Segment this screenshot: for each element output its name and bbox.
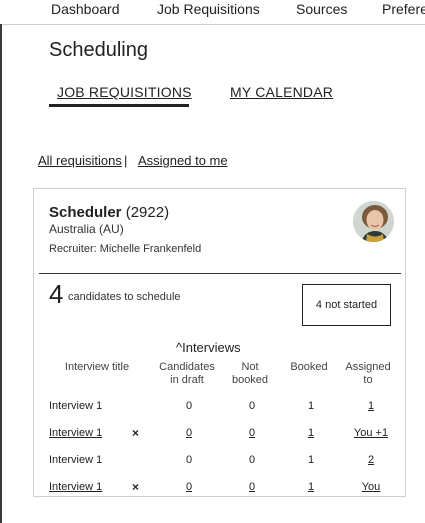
nav-job-requisitions[interactable]: Job Requisitions [157, 1, 260, 17]
header-assigned-to: Assigned to [340, 361, 396, 387]
requisition-country: Australia (AU) [49, 222, 124, 236]
row-4-booked-link[interactable]: 1 [301, 481, 321, 493]
header-candidates-in-draft: Candidates in draft [156, 361, 218, 387]
requisition-recruiter: Recruiter: Michelle Frankenfeld [49, 243, 202, 255]
row-4-assigned-link[interactable]: You [350, 481, 392, 493]
row-1-title: Interview 1 [49, 400, 103, 412]
header-not-booked-line1: Not [241, 361, 259, 373]
row-1-draft: 0 [185, 400, 193, 412]
row-1-not-booked: 0 [248, 400, 256, 412]
row-4-title-link[interactable]: Interview 1 [49, 481, 102, 493]
header-assigned-line1: Assigned [345, 361, 391, 373]
row-3-assigned-link[interactable]: 2 [361, 454, 381, 466]
row-4-draft-link[interactable]: 0 [179, 481, 199, 493]
active-tab-indicator [49, 104, 189, 107]
row-3-booked: 1 [307, 454, 315, 466]
nav-dashboard[interactable]: Dashboard [51, 1, 120, 17]
row-2-assigned-link[interactable]: You +1 [350, 427, 392, 439]
row-3-not-booked: 0 [248, 454, 256, 466]
filter-assigned-to-me[interactable]: Assigned to me [138, 153, 228, 168]
requisition-title[interactable]: Scheduler (2922) [49, 204, 169, 221]
filter-separator: | [124, 153, 128, 168]
page-title: Scheduling [49, 39, 148, 61]
candidates-count: 4 [49, 279, 64, 309]
row-1-booked: 1 [307, 400, 315, 412]
row-2-draft-link[interactable]: 0 [179, 427, 199, 439]
status-not-started-button[interactable]: 4 not started [302, 284, 391, 326]
nav-sources[interactable]: Sources [296, 1, 347, 17]
recruiter-photo-icon [353, 201, 394, 242]
header-not-booked: Not booked [226, 361, 274, 387]
filter-all-requisitions[interactable]: All requisitions [38, 153, 122, 168]
row-4-remove-icon[interactable]: × [132, 480, 139, 494]
requisition-name: Scheduler [49, 204, 122, 221]
header-assigned-line2: to [363, 374, 373, 386]
card-divider [39, 273, 401, 274]
row-2-booked-link[interactable]: 1 [301, 427, 321, 439]
row-4-not-booked-link[interactable]: 0 [242, 481, 262, 493]
row-2-remove-icon[interactable]: × [132, 426, 139, 440]
nav-preferences[interactable]: Prefere [382, 1, 425, 17]
requisition-id: (2922) [125, 204, 170, 221]
row-1-assigned-link[interactable]: 1 [361, 400, 381, 412]
content-left-border [0, 24, 2, 523]
header-booked: Booked [290, 361, 328, 373]
content-top-border [0, 24, 425, 25]
row-2-not-booked-link[interactable]: 0 [242, 427, 262, 439]
interviews-toggle[interactable]: ^Interviews [176, 340, 241, 355]
header-candidates-line2: in draft [170, 374, 204, 386]
candidates-label: candidates to schedule [68, 291, 181, 303]
row-3-title: Interview 1 [49, 454, 103, 466]
header-not-booked-line2: booked [231, 374, 269, 386]
tab-job-requisitions[interactable]: JOB REQUISITIONS [57, 84, 192, 100]
top-nav: Dashboard Job Requisitions Sources Prefe… [0, 0, 425, 24]
recruiter-avatar [353, 201, 394, 242]
tab-my-calendar[interactable]: MY CALENDAR [230, 84, 333, 100]
header-interview-title: Interview title [64, 361, 130, 373]
header-candidates-line1: Candidates [159, 361, 215, 373]
row-3-draft: 0 [185, 454, 193, 466]
row-2-title-link[interactable]: Interview 1 [49, 427, 102, 439]
